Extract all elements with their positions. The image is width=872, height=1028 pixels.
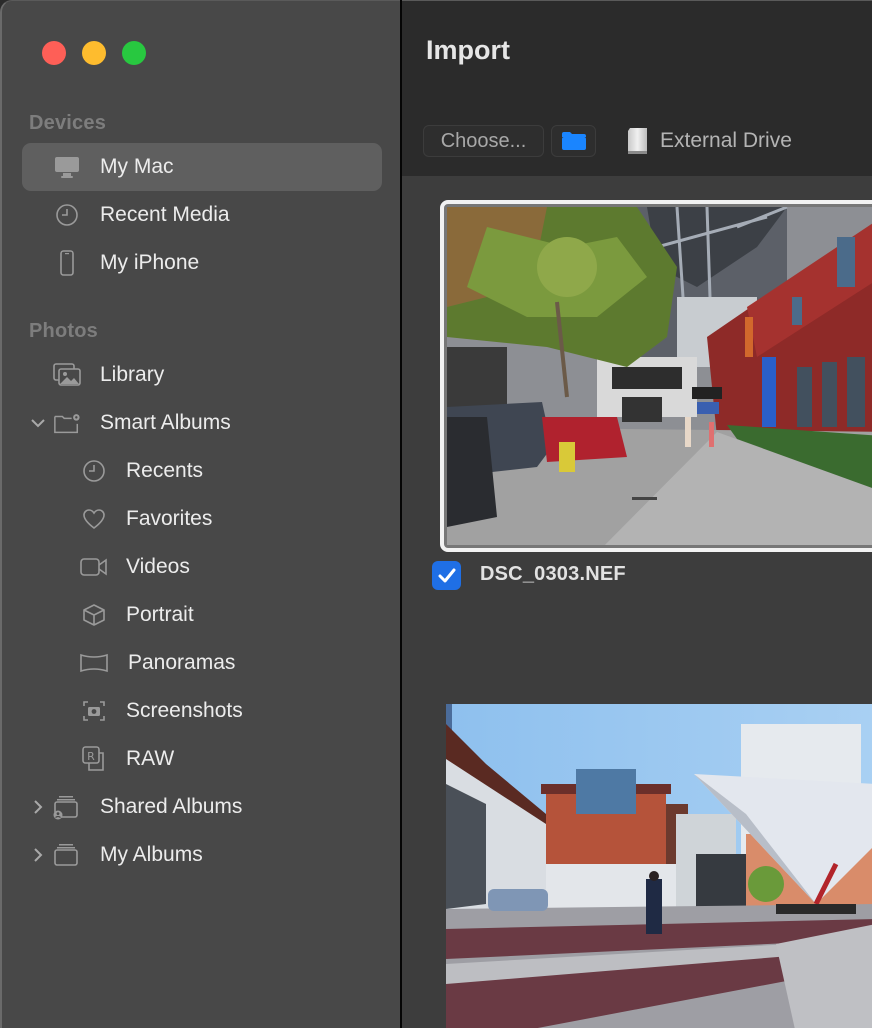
section-header-devices: Devices — [29, 112, 107, 134]
video-camera-icon — [80, 553, 108, 581]
sidebar-item-label: Panoramas — [128, 651, 236, 674]
street-photo — [447, 207, 872, 545]
cube-icon — [80, 601, 108, 629]
sidebar-item-label: Smart Albums — [100, 411, 231, 434]
sidebar-item-smart-albums[interactable]: Smart Albums — [22, 399, 382, 447]
sidebar-item-my-iphone[interactable]: My iPhone — [22, 239, 382, 287]
clock-icon — [80, 457, 108, 485]
iphone-icon — [53, 249, 81, 277]
chevron-down-icon[interactable] — [30, 415, 46, 431]
photo-thumbnail-selected[interactable] — [440, 200, 872, 552]
sidebar-item-recent-media[interactable]: Recent Media — [22, 191, 382, 239]
desktop-icon — [53, 153, 81, 181]
import-content: Import Choose... External Drive DSC_0303… — [402, 0, 872, 1028]
section-header-photos: Photos — [29, 320, 98, 342]
page-title: Import — [426, 35, 510, 65]
sidebar-item-label: Recent Media — [100, 203, 230, 226]
sidebar-item-label: Library — [100, 363, 165, 386]
sidebar-item-label: Recents — [126, 459, 204, 482]
minimize-button[interactable] — [82, 41, 106, 65]
photo-library-icon — [53, 361, 81, 389]
sidebar-item-label: RAW — [126, 747, 175, 770]
sidebar: Devices My Mac Recent Media My iPhone Ph… — [0, 0, 400, 1028]
include-photo-checkbox[interactable] — [432, 561, 461, 590]
window-controls — [42, 41, 146, 65]
choose-button[interactable]: Choose... — [423, 125, 544, 157]
sidebar-item-shared-albums[interactable]: Shared Albums — [22, 783, 382, 831]
source-label: External Drive — [660, 129, 792, 152]
clock-icon — [53, 201, 81, 229]
sidebar-item-label: Shared Albums — [100, 795, 243, 818]
sidebar-item-library[interactable]: Library — [22, 351, 382, 399]
sidebar-item-favorites[interactable]: Favorites — [22, 495, 382, 543]
sidebar-item-videos[interactable]: Videos — [22, 543, 382, 591]
sidebar-item-screenshots[interactable]: Screenshots — [22, 687, 382, 735]
raw-icon: R — [80, 745, 108, 773]
external-drive-icon — [626, 127, 650, 155]
sidebar-item-label: Portrait — [126, 603, 194, 626]
toolbar: Import Choose... External Drive — [402, 0, 872, 176]
zoom-button[interactable] — [122, 41, 146, 65]
svg-text:R: R — [87, 750, 95, 763]
shared-albums-icon — [53, 793, 81, 821]
screenshot-icon — [80, 697, 108, 725]
sidebar-item-label: Screenshots — [126, 699, 243, 722]
checkmark-icon — [438, 568, 456, 584]
sidebar-item-my-albums[interactable]: My Albums — [22, 831, 382, 879]
sidebar-item-label: Videos — [126, 555, 190, 578]
sidebar-item-label: Favorites — [126, 507, 213, 530]
sidebar-item-portrait[interactable]: Portrait — [22, 591, 382, 639]
plaza-photo — [446, 704, 872, 1028]
import-window: Devices My Mac Recent Media My iPhone Ph… — [0, 0, 872, 1028]
close-button[interactable] — [42, 41, 66, 65]
chevron-right-icon[interactable] — [30, 799, 46, 815]
photo-filename: DSC_0303.NEF — [480, 563, 626, 585]
folder-icon — [561, 131, 587, 151]
albums-stack-icon — [53, 841, 81, 869]
open-folder-button[interactable] — [551, 125, 596, 157]
panorama-icon — [80, 649, 108, 677]
sidebar-item-label: My Mac — [100, 155, 174, 178]
sidebar-item-label: My iPhone — [100, 251, 200, 274]
sidebar-item-label: My Albums — [100, 843, 203, 866]
sidebar-item-my-mac[interactable]: My Mac — [22, 143, 382, 191]
sidebar-item-raw[interactable]: R RAW — [22, 735, 382, 783]
chevron-right-icon[interactable] — [30, 847, 46, 863]
smart-folder-icon — [53, 409, 81, 437]
sidebar-item-panoramas[interactable]: Panoramas — [22, 639, 382, 687]
sidebar-item-recents[interactable]: Recents — [22, 447, 382, 495]
heart-icon — [80, 505, 108, 533]
source-external-drive[interactable]: External Drive — [626, 125, 792, 157]
photo-thumbnail[interactable] — [446, 704, 872, 1028]
